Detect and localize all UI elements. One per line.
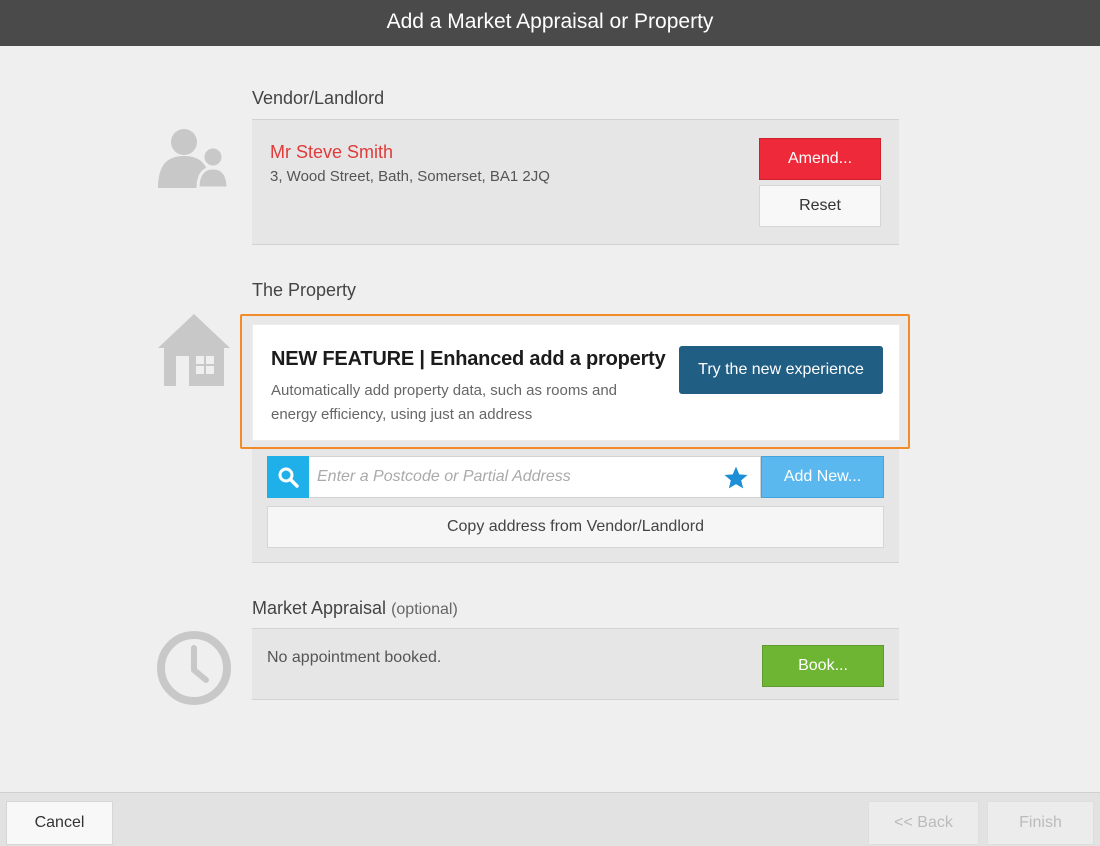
- try-new-experience-button[interactable]: Try the new experience: [679, 346, 883, 394]
- property-section-title: The Property: [252, 280, 357, 300]
- search-button[interactable]: [267, 456, 309, 498]
- footer-bar: Cancel << Back Finish: [0, 792, 1100, 846]
- reset-button[interactable]: Reset: [759, 185, 881, 227]
- address-search-input[interactable]: [309, 456, 761, 498]
- new-feature-banner: NEW FEATURE | Enhanced add a property Au…: [240, 314, 910, 449]
- star-icon[interactable]: [723, 465, 749, 491]
- window-title: Add a Market Appraisal or Property: [0, 0, 1100, 46]
- address-search-row: Add New...: [267, 456, 884, 498]
- people-icon: [158, 129, 230, 190]
- new-feature-card: NEW FEATURE | Enhanced add a property Au…: [252, 324, 900, 441]
- appraisal-optional-note: (optional): [391, 601, 458, 618]
- house-icon: [158, 314, 230, 386]
- vendor-panel: Mr Steve Smith 3, Wood Street, Bath, Som…: [252, 119, 899, 245]
- appraisal-section-title: Market Appraisal (optional): [252, 598, 458, 619]
- vendor-name[interactable]: Mr Steve Smith: [270, 142, 393, 163]
- copy-address-button[interactable]: Copy address from Vendor/Landlord: [267, 506, 884, 548]
- vendor-section-title: Vendor/Landlord: [252, 88, 385, 108]
- search-icon: [278, 467, 299, 488]
- feature-description: Automatically add property data, such as…: [271, 382, 618, 423]
- appraisal-title-text: Market Appraisal: [252, 598, 387, 618]
- finish-button[interactable]: Finish: [987, 801, 1094, 845]
- appraisal-panel: No appointment booked. Book...: [252, 628, 899, 700]
- feature-title: NEW FEATURE | Enhanced add a property: [271, 348, 666, 370]
- book-button[interactable]: Book...: [762, 645, 884, 687]
- cancel-button[interactable]: Cancel: [6, 801, 113, 845]
- back-button[interactable]: << Back: [868, 801, 979, 845]
- add-new-button[interactable]: Add New...: [761, 456, 884, 498]
- clock-icon: [157, 631, 231, 705]
- amend-button[interactable]: Amend...: [759, 138, 881, 180]
- vendor-address: 3, Wood Street, Bath, Somerset, BA1 2JQ: [270, 168, 550, 185]
- appointment-status: No appointment booked.: [267, 649, 442, 666]
